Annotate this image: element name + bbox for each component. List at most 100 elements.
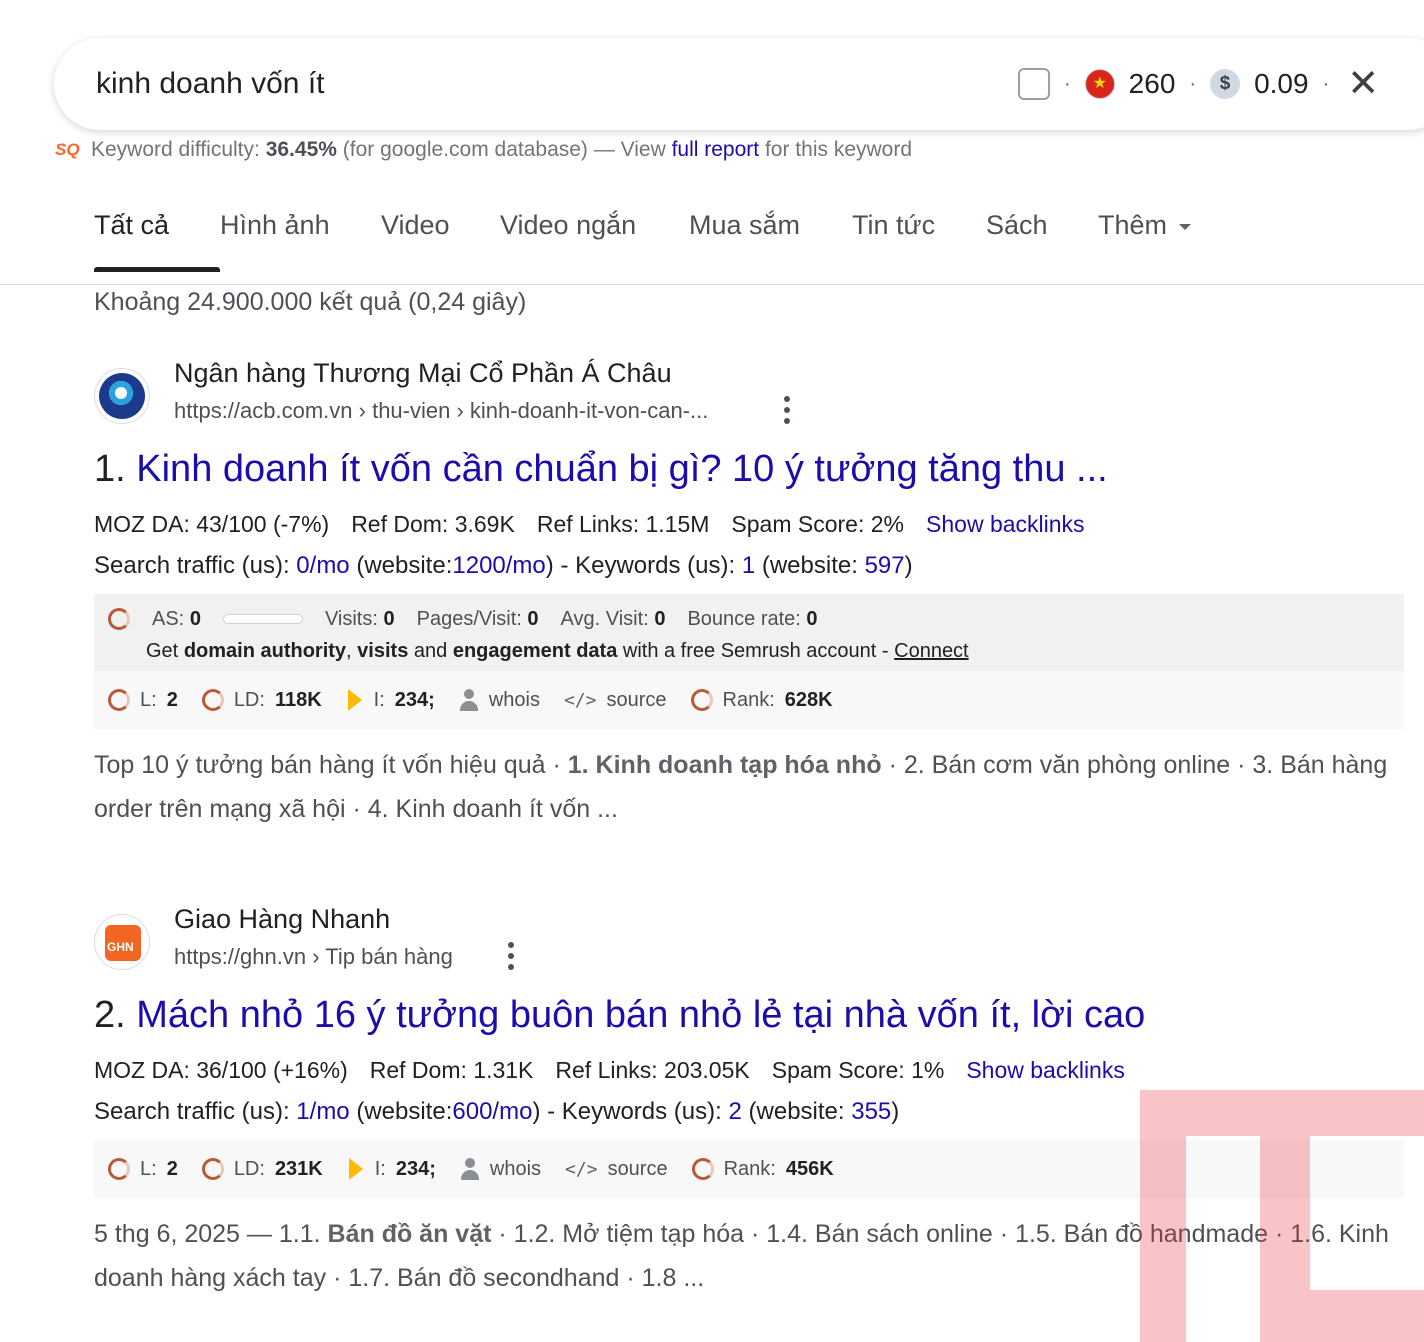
connect-link[interactable]: Connect — [894, 640, 969, 662]
site-url: https://ghn.vn › Tip bán hàng — [174, 944, 453, 969]
tab-label: Video — [381, 210, 450, 240]
result-title-link[interactable]: Mách nhỏ 16 ý tưởng buôn bán nhỏ lẻ tại … — [136, 994, 1145, 1036]
keywords-link[interactable]: 1 — [742, 552, 755, 579]
search-traffic: Search traffic (us): 0/mo (website:1200/… — [94, 552, 1404, 580]
site-url: https://acb.com.vn › thu-vien › kinh-doa… — [174, 398, 709, 423]
traffic-label: Search traffic (us): — [94, 552, 290, 579]
moz-stats: MOZ DA: 43/100 (-7%) Ref Dom: 3.69K Ref … — [94, 511, 1404, 538]
show-backlinks-link[interactable]: Show backlinks — [926, 511, 1085, 538]
whois-link[interactable]: whois — [459, 689, 540, 712]
tab-label: Tất cả — [94, 210, 170, 240]
traffic-label: ) — [891, 1098, 900, 1125]
ghn-logo-icon — [94, 914, 150, 970]
site-name: Ngân hàng Thương Mại Cổ Phần Á Châu — [174, 358, 672, 388]
website-traffic-link[interactable]: 600/mo — [452, 1098, 532, 1125]
links-metric[interactable]: L: 2 — [108, 689, 178, 712]
ring-icon — [108, 689, 130, 711]
traffic-label: ) — [904, 552, 913, 579]
links-metric[interactable]: L: 2 — [108, 1158, 178, 1181]
source-link[interactable]: </> source — [565, 1158, 668, 1181]
tab-more[interactable]: Thêm — [1098, 210, 1218, 272]
traffic-link[interactable]: 0/mo — [296, 552, 349, 579]
whois-link[interactable]: whois — [460, 1158, 541, 1181]
ring-icon — [108, 1158, 130, 1180]
tab-all[interactable]: Tất cả — [94, 210, 220, 272]
full-report-link[interactable]: full report — [672, 138, 760, 161]
tab-images[interactable]: Hình ảnh — [220, 210, 381, 272]
ring-icon — [201, 689, 224, 711]
tabs-divider — [0, 284, 1424, 285]
clear-search-icon[interactable]: ✕ — [1347, 65, 1379, 103]
kd-middle: (for google.com database) — View — [342, 138, 666, 161]
as-stat: AS: 0 — [152, 607, 201, 630]
spam-score: Spam Score: 2% — [731, 511, 905, 537]
tab-books[interactable]: Sách — [986, 210, 1098, 272]
linking-domains-metric[interactable]: LD: 231K — [201, 1158, 323, 1181]
result-site-row[interactable]: Giao Hàng Nhanh https://ghn.vn › Tip bán… — [94, 904, 1404, 984]
ref-dom: Ref Dom: 3.69K — [351, 511, 515, 537]
person-icon — [460, 1158, 480, 1180]
traffic-label: (website: — [356, 552, 453, 579]
kd-label: Keyword difficulty: — [91, 138, 260, 161]
tab-video[interactable]: Video — [381, 210, 500, 272]
website-traffic-link[interactable]: 1200/mo — [452, 552, 545, 579]
ring-icon — [691, 1158, 714, 1180]
moz-stats: MOZ DA: 36/100 (+16%) Ref Dom: 1.31K Ref… — [94, 1057, 1404, 1084]
tab-label: Sách — [986, 210, 1048, 240]
result-title: 2. Mách nhỏ 16 ý tưởng buôn bán nhỏ lẻ t… — [94, 994, 1404, 1037]
traffic-label: (website: — [356, 1098, 453, 1125]
ref-links: Ref Links: 1.15M — [536, 511, 710, 537]
traffic-label: (website: — [761, 552, 858, 579]
rank-metric[interactable]: Rank: 456K — [691, 1158, 834, 1181]
result-title-link[interactable]: Kinh doanh ít vốn cần chuẩn bị gì? 10 ý … — [136, 448, 1107, 490]
tab-label: Hình ảnh — [220, 210, 330, 240]
keyword-difficulty-bar: SQ Keyword difficulty: 36.45% (for googl… — [55, 136, 912, 164]
search-tools: · 260 · $ 0.09 · ✕ — [1018, 38, 1379, 130]
vietnam-flag-icon — [1084, 69, 1115, 99]
dollar-icon: $ — [1210, 69, 1241, 99]
keywords-link[interactable]: 2 — [728, 1098, 741, 1125]
search-box[interactable]: kinh doanh vốn ít · 260 · $ 0.09 · ✕ — [54, 38, 1424, 130]
bing-index-metric[interactable]: I: 234; — [347, 1158, 436, 1181]
website-keywords-link[interactable]: 355 — [851, 1098, 891, 1125]
ring-icon — [690, 689, 713, 711]
result-stats: Khoảng 24.900.000 kết quả (0,24 giây) — [94, 288, 527, 316]
cpc-value: 0.09 — [1254, 68, 1309, 99]
rank-metric[interactable]: Rank: 628K — [690, 689, 833, 712]
tab-news[interactable]: Tin tức — [852, 210, 986, 272]
tab-shopping[interactable]: Mua sắm — [689, 210, 852, 272]
acb-logo-icon — [94, 368, 150, 424]
seoquake-logo-icon: SQ — [55, 140, 80, 159]
code-icon: </> — [563, 689, 597, 711]
moz-da: MOZ DA: 36/100 (+16%) — [94, 1057, 348, 1083]
seoquake-metrics: L: 2 LD: 118K I: 234; whois </> source Rank:… — [94, 671, 1404, 729]
person-icon — [459, 689, 479, 711]
more-options-icon[interactable] — [507, 942, 515, 970]
keyword-checkbox[interactable] — [1018, 68, 1050, 100]
show-backlinks-link[interactable]: Show backlinks — [966, 1057, 1125, 1084]
kd-value: 36.45% — [265, 138, 337, 161]
result-number: 1. — [94, 448, 126, 490]
separator-dot: · — [1322, 72, 1330, 95]
traffic-label: Search traffic (us): — [94, 1098, 290, 1125]
search-input[interactable]: kinh doanh vốn ít — [96, 67, 325, 101]
linking-domains-metric[interactable]: LD: 118K — [201, 689, 322, 712]
tab-short-video[interactable]: Video ngắn — [500, 210, 689, 272]
bounce-rate-stat: Bounce rate: 0 — [687, 607, 818, 630]
separator-dot: · — [1064, 72, 1071, 95]
keywords-label: ) - Keywords (us): — [545, 552, 736, 579]
site-name: Giao Hàng Nhanh — [174, 904, 391, 934]
tab-label: Tin tức — [852, 210, 936, 240]
result-site-row[interactable]: Ngân hàng Thương Mại Cổ Phần Á Châu http… — [94, 358, 1404, 438]
source-link[interactable]: </> source — [564, 689, 667, 712]
more-options-icon[interactable] — [783, 396, 791, 424]
bing-index-metric[interactable]: I: 234; — [346, 689, 435, 712]
separator-dot: · — [1189, 72, 1197, 95]
traffic-link[interactable]: 1/mo — [296, 1098, 349, 1125]
semrush-panel: AS: 0 Visits: 0 Pages/Visit: 0 Avg. Visi… — [94, 594, 1404, 671]
search-volume: 260 — [1128, 68, 1176, 99]
code-icon: </> — [565, 1158, 598, 1180]
website-keywords-link[interactable]: 597 — [865, 552, 905, 579]
visits-stat: Visits: 0 — [324, 607, 395, 630]
avg-visit-stat: Avg. Visit: 0 — [560, 607, 666, 630]
